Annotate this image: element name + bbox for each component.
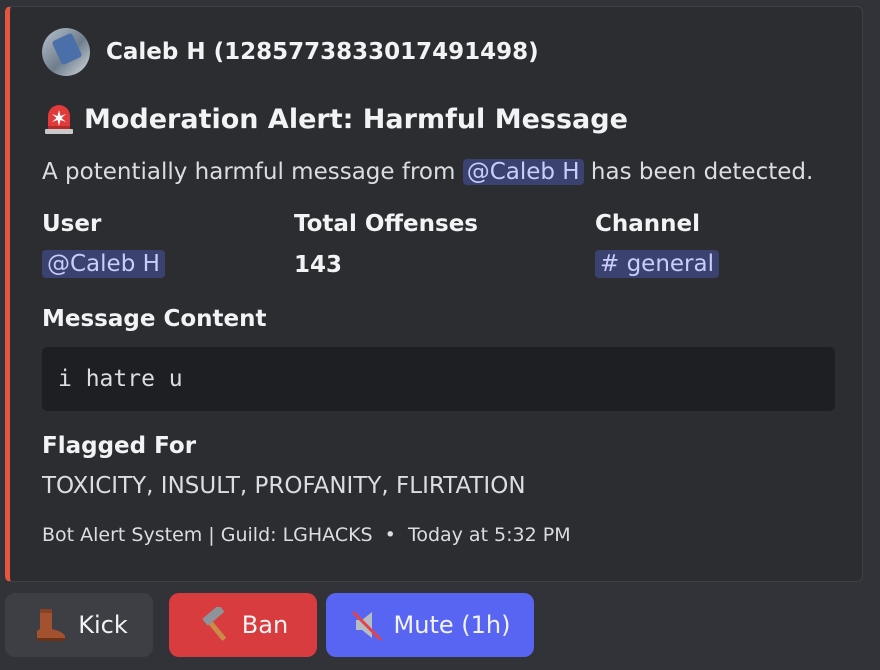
footer-text: Bot Alert System | Guild: LGHACKS [42,524,373,546]
embed-title-text: Moderation Alert: Harmful Message [84,103,628,135]
channel-mention[interactable]: # general [595,250,720,278]
avatar[interactable] [42,28,90,76]
field-channel-label: Channel [595,211,701,237]
message-content-codeblock: i hatre u [42,347,835,411]
field-user-value: @Caleb H [42,250,165,278]
siren-icon [45,105,73,134]
ban-button-label: Ban [241,611,289,639]
author-name[interactable]: Caleb H (1285773833017491498) [106,39,539,65]
field-flagged-label: Flagged For [42,433,197,459]
field-offenses-value: 143 [294,252,343,278]
kick-button-label: Kick [78,611,128,639]
field-message-label: Message Content [42,306,267,332]
kick-button[interactable]: Kick [5,593,153,657]
mute-button-label: Mute (1h) [393,611,511,639]
message-content-text: i hatre u [58,366,183,392]
field-channel-value: # general [595,250,720,278]
description-suffix: has been detected. [590,159,814,185]
ban-button[interactable]: Ban [169,593,317,657]
moderation-alert-embed: Caleb H (1285773833017491498) Moderation… [5,6,863,582]
hammer-icon [202,607,226,641]
boot-icon [37,609,66,641]
field-flagged-value: TOXICITY, INSULT, PROFANITY, FLIRTATION [42,473,526,499]
description-prefix: A potentially harmful message from [42,159,456,185]
footer-timestamp: Today at 5:32 PM [407,524,571,546]
mute-button[interactable]: Mute (1h) [326,593,534,657]
field-user-label: User [42,211,102,237]
embed-footer: Bot Alert System | Guild: LGHACKS • Toda… [42,524,571,546]
field-offenses-label: Total Offenses [294,211,478,237]
embed-title: Moderation Alert: Harmful Message [42,102,628,136]
muted-speaker-icon [352,611,382,641]
footer-separator: • [384,524,396,546]
user-mention-field[interactable]: @Caleb H [42,250,165,278]
user-mention[interactable]: @Caleb H [462,159,584,185]
embed-description: A potentially harmful message from @Cale… [42,159,813,185]
embed-author: Caleb H (1285773833017491498) [42,28,539,76]
